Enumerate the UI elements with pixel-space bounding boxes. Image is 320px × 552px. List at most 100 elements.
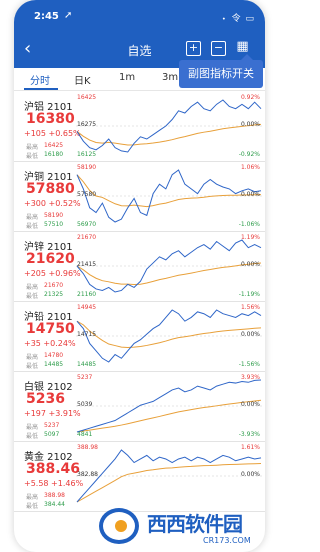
price-change: +300 +0.52% (24, 199, 81, 208)
watchlist-row[interactable]: 白银 2102 5236 +197 +3.91% 最高 5237 最低 5097… (14, 372, 265, 442)
high-label: 最高 (26, 214, 39, 221)
chart-top-pct: 3.93% (240, 374, 260, 381)
chart-top-label: 14945 (77, 304, 97, 311)
high-label: 最高 (26, 494, 39, 501)
watchlist-row[interactable]: 黄金 2102 388.46 +5.58 +1.46% 最高 388.98 最低… (14, 442, 265, 512)
last-price: 21620 (26, 251, 75, 267)
chart-bottom-pct: -0.92% (238, 151, 260, 158)
tab-3m[interactable]: 3m (162, 72, 178, 83)
status-time: 2:45 (34, 11, 59, 22)
chart-bottom-label: 4841 (77, 431, 93, 438)
watermark-brand: 西西软件园 (147, 512, 243, 536)
watchlist-row[interactable]: 沪铝 2101 16380 +105 +0.65% 最高 16425 最低 16… (14, 92, 265, 162)
intraday-chart: 21670 21415 21160 1.19% 0.00% -1.19% (76, 234, 262, 298)
watermark-logo-icon (99, 508, 139, 544)
chart-mid-pct: 0.00% (240, 471, 260, 478)
low-label: 最低 (26, 153, 39, 160)
add-icon[interactable]: + (186, 41, 201, 56)
chart-bottom-label: 56970 (77, 221, 97, 228)
chart-mid-label: 5039 (77, 401, 93, 408)
high-value: 21670 (44, 282, 64, 289)
average-price-line (76, 463, 262, 503)
low-value: 5097 (44, 431, 60, 438)
chart-top-pct: 1.06% (240, 164, 260, 171)
low-value: 21325 (44, 291, 64, 298)
watchlist-row[interactable]: 沪锌 2101 21620 +205 +0.96% 最高 21670 最低 21… (14, 232, 265, 302)
intraday-chart-svg (76, 309, 262, 363)
price-change: +197 +3.91% (24, 409, 81, 418)
low-value: 16180 (44, 151, 64, 158)
intraday-chart-svg (76, 379, 262, 433)
high-label: 最高 (26, 144, 39, 151)
chart-mid-pct: 0.00% (240, 121, 260, 128)
low-label: 最低 (26, 293, 39, 300)
average-price-line (76, 123, 262, 146)
high-value: 58190 (44, 212, 64, 219)
watchlist-row[interactable]: 沪铜 2101 57880 +300 +0.52% 最高 58190 最低 57… (14, 162, 265, 232)
chart-bottom-pct: -3.93% (238, 431, 260, 438)
watchlist-row[interactable]: 沪铅 2101 14750 +35 +0.24% 最高 14780 最低 144… (14, 302, 265, 372)
price-change: +35 +0.24% (24, 339, 76, 348)
high-label: 最高 (26, 354, 39, 361)
tab-daily-k[interactable]: 日K (74, 72, 91, 87)
chart-bottom-pct: -1.56% (238, 361, 260, 368)
price-change: +205 +0.96% (24, 269, 81, 278)
price-change: +105 +0.65% (24, 129, 81, 138)
chart-top-label: 58190 (77, 164, 97, 171)
chart-mid-pct: 0.00% (240, 331, 260, 338)
average-price-line (76, 174, 262, 208)
low-label: 最低 (26, 223, 39, 230)
low-value: 384.44 (44, 501, 65, 508)
status-icons: ᭼ 令 ▭ (220, 14, 255, 24)
phone-frame: 2:45 ➚ ᭼ 令 ▭ ‹ 自选 + − ▦ 副图指标开关 分时 日K 1m … (14, 0, 265, 552)
low-value: 14485 (44, 361, 64, 368)
site-watermark: 西西软件园 CR173.COM (99, 504, 265, 548)
location-icon: ➚ (64, 10, 73, 21)
intraday-chart: 16425 16275 16125 0.92% 0.00% -0.92% (76, 94, 262, 158)
indicator-toggle-tooltip: 副图指标开关 (179, 54, 263, 88)
chart-top-pct: 1.56% (240, 304, 260, 311)
chart-bottom-label: 16125 (77, 151, 97, 158)
last-price: 57880 (26, 181, 75, 197)
high-value: 16425 (44, 142, 64, 149)
high-label: 最高 (26, 424, 39, 431)
chart-mid-label: 14715 (77, 331, 97, 338)
tab-timeshare[interactable]: 分时 (30, 72, 50, 87)
high-value: 388.98 (44, 492, 65, 499)
chart-top-pct: 0.92% (240, 94, 260, 101)
low-label: 最低 (26, 503, 39, 510)
low-value: 57510 (44, 221, 64, 228)
chart-mid-pct: 0.00% (240, 191, 260, 198)
chart-mid-label: 57580 (77, 191, 97, 198)
low-label: 最低 (26, 363, 39, 370)
high-value: 5237 (44, 422, 60, 429)
active-tab-indicator (24, 88, 58, 90)
last-price: 5236 (26, 391, 65, 407)
high-label: 最高 (26, 284, 39, 291)
watermark-url: CR173.COM (203, 536, 251, 545)
chart-toggle-icon[interactable]: ▦ (236, 40, 249, 54)
chart-top-pct: 1.19% (240, 234, 260, 241)
chart-mid-label: 16275 (77, 121, 97, 128)
average-price-line (76, 320, 262, 349)
intraday-chart-svg (76, 449, 262, 503)
intraday-chart-svg (76, 99, 262, 153)
high-value: 14780 (44, 352, 64, 359)
status-bar: 2:45 ➚ ᭼ 令 ▭ (14, 0, 265, 30)
chart-top-label: 5237 (77, 374, 93, 381)
minus-icon[interactable]: − (211, 41, 226, 56)
intraday-chart: 388.98 382.88 1.61% 0.00% (76, 444, 262, 508)
chart-top-label: 21670 (77, 234, 97, 241)
chart-mid-pct: 0.00% (240, 401, 260, 408)
intraday-chart-svg (76, 169, 262, 223)
chart-bottom-pct: -1.06% (238, 221, 260, 228)
last-price: 388.46 (26, 461, 81, 477)
chart-bottom-label: 21160 (77, 291, 97, 298)
intraday-chart-svg (76, 239, 262, 293)
chart-mid-label: 21415 (77, 261, 97, 268)
intraday-chart: 14945 14715 14485 1.56% 0.00% -1.56% (76, 304, 262, 368)
chart-top-label: 388.98 (77, 444, 98, 451)
page-title: 自选 (127, 44, 152, 58)
chart-top-pct: 1.61% (240, 444, 260, 451)
tab-1m[interactable]: 1m (119, 72, 135, 83)
